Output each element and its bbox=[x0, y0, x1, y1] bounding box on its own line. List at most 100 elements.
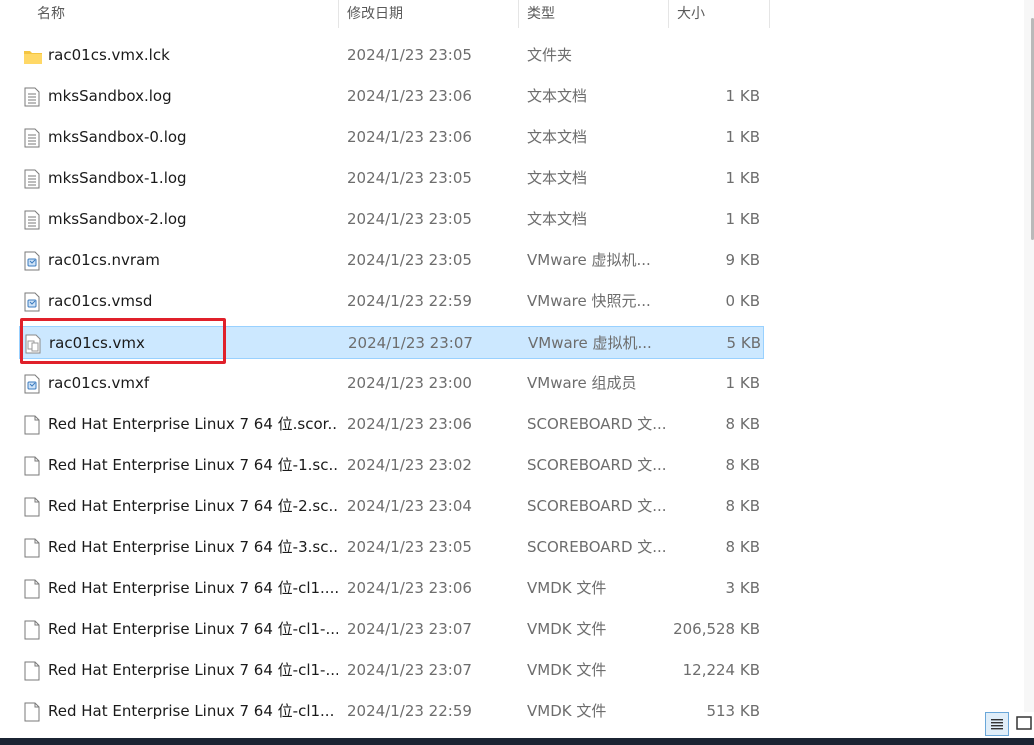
file-modified-date: 2024/1/23 23:06 bbox=[347, 579, 472, 597]
file-type: SCOREBOARD 文... bbox=[527, 456, 667, 474]
file-size: 3 KB bbox=[725, 579, 760, 597]
file-size: 8 KB bbox=[725, 497, 760, 515]
file-row[interactable]: rac01cs.nvram 2024/1/23 23:05 VMware 虚拟机..… bbox=[19, 244, 764, 277]
blank-file-icon bbox=[23, 695, 43, 728]
text-file-icon bbox=[23, 80, 43, 113]
file-type: VMDK 文件 bbox=[527, 579, 607, 597]
file-modified-date: 2024/1/23 23:05 bbox=[347, 169, 472, 187]
file-name: Red Hat Enterprise Linux 7 64 位-cl1.... bbox=[48, 579, 338, 597]
blank-file-icon bbox=[23, 408, 43, 441]
file-size: 9 KB bbox=[725, 251, 760, 269]
file-name: Red Hat Enterprise Linux 7 64 位-3.sc... bbox=[48, 538, 338, 556]
file-modified-date: 2024/1/23 23:04 bbox=[347, 497, 472, 515]
file-name: mksSandbox-0.log bbox=[48, 128, 187, 146]
file-row[interactable]: rac01cs.vmsd 2024/1/23 22:59 VMware 快照元...… bbox=[19, 285, 764, 318]
file-modified-date: 2024/1/23 23:00 bbox=[347, 374, 472, 392]
file-size: 8 KB bbox=[725, 538, 760, 556]
file-type: SCOREBOARD 文... bbox=[527, 497, 667, 515]
file-name: Red Hat Enterprise Linux 7 64 位-cl1-... bbox=[48, 620, 338, 638]
file-size: 1 KB bbox=[725, 169, 760, 187]
file-type: SCOREBOARD 文... bbox=[527, 415, 667, 433]
file-type: 文本文档 bbox=[527, 87, 588, 105]
file-type: VMware 组成员 bbox=[527, 374, 637, 392]
column-header-type[interactable]: 类型 bbox=[518, 0, 667, 28]
file-row[interactable]: Red Hat Enterprise Linux 7 64 位-3.sc... 2… bbox=[19, 531, 764, 564]
file-name: rac01cs.vmxf bbox=[48, 374, 150, 392]
text-file-icon bbox=[23, 121, 43, 154]
file-name: mksSandbox-1.log bbox=[48, 169, 187, 187]
file-modified-date: 2024/1/23 23:05 bbox=[347, 538, 472, 556]
file-size: 0 KB bbox=[725, 292, 760, 310]
file-name: rac01cs.vmx.lck bbox=[48, 46, 170, 64]
file-type: VMDK 文件 bbox=[527, 661, 607, 679]
blank-file-icon bbox=[23, 449, 43, 482]
vmware-file-icon bbox=[23, 367, 43, 400]
file-modified-date: 2024/1/23 23:05 bbox=[347, 46, 472, 64]
file-type: 文件夹 bbox=[527, 46, 573, 64]
large-icons-view-button[interactable] bbox=[1014, 712, 1034, 736]
file-modified-date: 2024/1/23 23:07 bbox=[348, 334, 473, 352]
file-row[interactable]: mksSandbox.log 2024/1/23 23:06 文本文档 1 KB bbox=[19, 80, 764, 113]
file-row[interactable]: mksSandbox-1.log 2024/1/23 23:05 文本文档 1 KB bbox=[19, 162, 764, 195]
file-row[interactable]: Red Hat Enterprise Linux 7 64 位.scor... 2… bbox=[19, 408, 764, 441]
file-type: 文本文档 bbox=[527, 169, 588, 187]
vertical-scrollbar[interactable] bbox=[1024, 0, 1034, 712]
file-modified-date: 2024/1/23 23:06 bbox=[347, 415, 472, 433]
file-type: VMware 快照元... bbox=[527, 292, 651, 310]
file-type: VMDK 文件 bbox=[527, 702, 607, 720]
file-name: Red Hat Enterprise Linux 7 64 位-2.sc... bbox=[48, 497, 338, 515]
file-size: 513 KB bbox=[706, 702, 760, 720]
column-header-name[interactable]: 名称 bbox=[37, 0, 337, 28]
text-file-icon bbox=[23, 162, 43, 195]
file-size bbox=[669, 39, 760, 72]
file-name: mksSandbox.log bbox=[48, 87, 172, 105]
blank-file-icon bbox=[23, 613, 43, 646]
file-modified-date: 2024/1/23 23:07 bbox=[347, 661, 472, 679]
file-row[interactable]: mksSandbox-2.log 2024/1/23 23:05 文本文档 1 KB bbox=[19, 203, 764, 236]
column-header-bar: ⌃ 名称 修改日期 类型 大小 bbox=[0, 0, 770, 28]
file-modified-date: 2024/1/23 22:59 bbox=[347, 292, 472, 310]
file-size: 1 KB bbox=[725, 374, 760, 392]
file-row[interactable]: Red Hat Enterprise Linux 7 64 位-cl1-... 2… bbox=[19, 613, 764, 646]
column-header-size[interactable]: 大小 bbox=[668, 0, 770, 28]
file-modified-date: 2024/1/23 23:02 bbox=[347, 456, 472, 474]
blank-file-icon bbox=[23, 572, 43, 605]
file-size: 8 KB bbox=[725, 415, 760, 433]
file-name: mksSandbox-2.log bbox=[48, 210, 187, 228]
file-row[interactable]: rac01cs.vmx.lck 2024/1/23 23:05 文件夹 bbox=[19, 39, 764, 72]
file-name: Red Hat Enterprise Linux 7 64 位-1.sc... bbox=[48, 456, 338, 474]
file-size: 5 KB bbox=[726, 334, 761, 352]
file-name: rac01cs.nvram bbox=[48, 251, 160, 269]
details-view-icon bbox=[991, 719, 1003, 730]
file-modified-date: 2024/1/23 22:59 bbox=[347, 702, 472, 720]
file-type: SCOREBOARD 文... bbox=[527, 538, 667, 556]
file-size: 1 KB bbox=[725, 210, 760, 228]
file-name: Red Hat Enterprise Linux 7 64 位.scor... bbox=[48, 415, 338, 433]
file-type: 文本文档 bbox=[527, 128, 588, 146]
file-row[interactable]: Red Hat Enterprise Linux 7 64 位-cl1-... 2… bbox=[19, 654, 764, 687]
file-name: Red Hat Enterprise Linux 7 64 位-cl1... bbox=[48, 702, 335, 720]
column-header-modified[interactable]: 修改日期 bbox=[338, 0, 517, 28]
file-row[interactable]: mksSandbox-0.log 2024/1/23 23:06 文本文档 1 KB bbox=[19, 121, 764, 154]
file-type: VMware 虚拟机... bbox=[528, 334, 652, 352]
file-row[interactable]: rac01cs.vmxf 2024/1/23 23:00 VMware 组成员 1 K… bbox=[19, 367, 764, 400]
file-modified-date: 2024/1/23 23:06 bbox=[347, 87, 472, 105]
file-row[interactable]: Red Hat Enterprise Linux 7 64 位-cl1... 20… bbox=[19, 695, 764, 728]
text-file-icon bbox=[23, 203, 43, 236]
file-row[interactable]: Red Hat Enterprise Linux 7 64 位-cl1.... 2… bbox=[19, 572, 764, 605]
file-row[interactable]: Red Hat Enterprise Linux 7 64 位-1.sc... 2… bbox=[19, 449, 764, 482]
red-highlight-annotation bbox=[20, 318, 226, 364]
file-modified-date: 2024/1/23 23:07 bbox=[347, 620, 472, 638]
vmware-file-icon bbox=[23, 244, 43, 277]
file-size: 1 KB bbox=[725, 87, 760, 105]
file-size: 206,528 KB bbox=[673, 620, 760, 638]
file-name: Red Hat Enterprise Linux 7 64 位-cl1-... bbox=[48, 661, 338, 679]
details-view-button[interactable] bbox=[985, 712, 1009, 736]
file-modified-date: 2024/1/23 23:06 bbox=[347, 128, 472, 146]
blank-file-icon bbox=[23, 531, 43, 564]
file-row[interactable]: Red Hat Enterprise Linux 7 64 位-2.sc... 2… bbox=[19, 490, 764, 523]
file-size: 8 KB bbox=[725, 456, 760, 474]
blank-file-icon bbox=[23, 490, 43, 523]
blank-file-icon bbox=[23, 654, 43, 687]
vmware-file-icon bbox=[23, 285, 43, 318]
